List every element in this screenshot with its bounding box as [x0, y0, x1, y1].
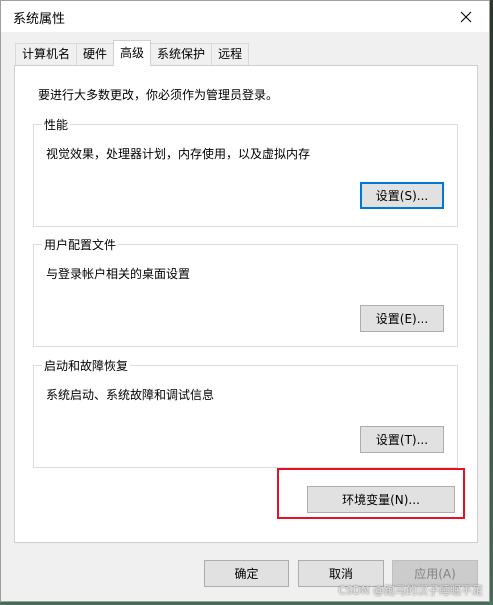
tab-hardware[interactable]: 硬件	[76, 43, 115, 65]
performance-settings-button[interactable]: 设置(S)...	[360, 182, 444, 209]
performance-group-title: 性能	[42, 116, 71, 133]
close-button[interactable]	[443, 1, 489, 32]
tab-advanced[interactable]: 高级	[113, 40, 152, 67]
ok-button[interactable]: 确定	[204, 560, 289, 587]
user-profiles-group-title: 用户配置文件	[42, 236, 119, 253]
tab-computer-name[interactable]: 计算机名	[15, 43, 78, 65]
startup-recovery-settings-button[interactable]: 设置(T)...	[360, 426, 444, 453]
tab-system-protection[interactable]: 系统保护	[150, 43, 213, 65]
startup-recovery-group: 启动和故障恢复 系统启动、系统故障和调试信息 设置(T)...	[33, 357, 458, 468]
close-icon	[460, 11, 472, 22]
system-properties-window: 系统属性 计算机名 硬件 高级 系统保护 远程 要进行大多数更改，你必须作为管理…	[0, 0, 490, 602]
tab-strip: 计算机名 硬件 高级 系统保护 远程	[15, 40, 250, 67]
user-profiles-settings-button[interactable]: 设置(E)...	[360, 305, 444, 332]
watermark: CSDN @跑马的汉子睡眠不足	[338, 584, 483, 597]
performance-description: 视觉效果，处理器计划，内存使用，以及虚拟内存	[46, 147, 311, 161]
title-bar: 系统属性	[1, 1, 489, 32]
user-profiles-group: 用户配置文件 与登录帐户相关的桌面设置 设置(E)...	[33, 236, 458, 347]
performance-group: 性能 视觉效果，处理器计划，内存使用，以及虚拟内存 设置(S)...	[33, 116, 458, 227]
tab-remote[interactable]: 远程	[211, 43, 250, 65]
user-profiles-description: 与登录帐户相关的桌面设置	[46, 267, 191, 281]
startup-recovery-description: 系统启动、系统故障和调试信息	[46, 388, 215, 402]
startup-recovery-group-title: 启动和故障恢复	[42, 357, 131, 374]
admin-notice: 要进行大多数更改，你必须作为管理员登录。	[38, 88, 279, 102]
window-title: 系统属性	[13, 12, 66, 27]
highlight-annotation	[277, 468, 465, 519]
